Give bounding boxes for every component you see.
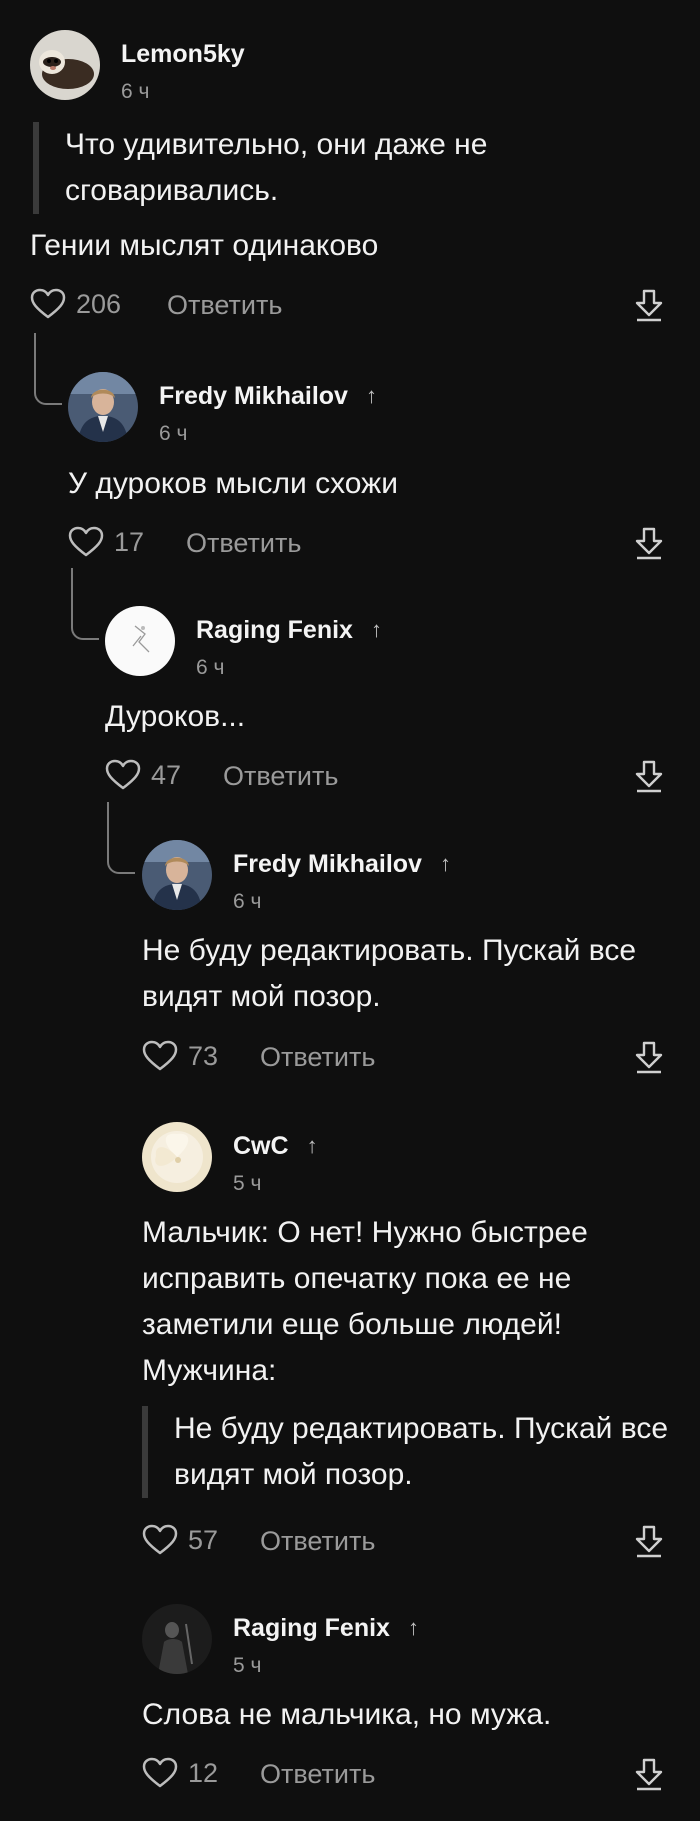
like-button[interactable]: 12 (142, 1757, 218, 1789)
comment-actions: 17 Ответить (68, 526, 670, 566)
reply-button[interactable]: Ответить (167, 290, 282, 321)
comment-actions: 73 Ответить (142, 1040, 670, 1080)
reply-button[interactable]: Ответить (260, 1042, 375, 1073)
comment-time: 6 ч (159, 422, 188, 445)
quote-text: Что удивительно, они даже не сговаривали… (65, 128, 488, 207)
arrow-up-icon: ↑ (365, 383, 377, 408)
comment-actions: 206 Ответить (30, 288, 670, 328)
comment-time: 5 ч (233, 1172, 262, 1195)
avatar-man[interactable] (142, 840, 212, 910)
arrow-up-icon: ↑ (407, 1615, 419, 1640)
like-count: 57 (188, 1524, 219, 1555)
heart-outline-icon (142, 1757, 178, 1788)
avatar-ferret[interactable] (30, 30, 100, 100)
author-name-text: Raging Fenix (196, 616, 353, 644)
author-name-text: CwC (233, 1132, 289, 1160)
arrow-down-to-line-icon (635, 1758, 663, 1791)
reply-button[interactable]: Ответить (260, 1526, 375, 1557)
like-button[interactable]: 17 (68, 526, 144, 558)
heart-outline-icon (30, 288, 66, 319)
like-button[interactable]: 73 (142, 1040, 218, 1072)
like-count: 73 (188, 1040, 219, 1071)
comment-text: Мальчик: О нет! Нужно быстрее исправить … (142, 1210, 662, 1394)
author-name[interactable]: Raging Fenix ↑ (196, 616, 382, 645)
like-button[interactable]: 57 (142, 1524, 218, 1556)
avatar-dark-figure[interactable] (142, 1604, 212, 1674)
collapse-button[interactable] (633, 759, 665, 793)
arrow-down-to-line-icon (635, 289, 663, 322)
arrow-down-to-line-icon (635, 527, 663, 560)
author-name-text: Fredy Mikhailov (233, 850, 422, 878)
like-button[interactable]: 206 (30, 288, 121, 320)
reply-button[interactable]: Ответить (186, 528, 301, 559)
heart-outline-icon (105, 759, 141, 790)
comment-time: 6 ч (121, 80, 150, 103)
arrow-down-to-line-icon (635, 1525, 663, 1558)
collapse-button[interactable] (633, 1757, 665, 1791)
like-count: 47 (151, 759, 182, 790)
author-name-text: Fredy Mikhailov (159, 382, 348, 410)
thread-line (34, 333, 62, 405)
quote-block: Что удивительно, они даже не сговаривали… (33, 122, 545, 214)
comment-text: Не буду редактировать. Пускай все видят … (142, 934, 637, 1013)
comment-time: 6 ч (196, 656, 225, 679)
reply-button[interactable]: Ответить (223, 761, 338, 792)
comment-text-line: исправить опечатку пока ее не (142, 1262, 572, 1295)
like-count: 206 (76, 288, 122, 319)
heart-outline-icon (142, 1040, 178, 1071)
author-name[interactable]: Lemon5ky (121, 40, 245, 69)
author-name-text: Raging Fenix (233, 1614, 390, 1642)
comment-cwc: CwC ↑ 5 ч Мальчик: О нет! Нужно быстрее и… (142, 1122, 670, 1562)
comment-text-line: Мальчик: О нет! Нужно быстрее (142, 1216, 588, 1249)
arrow-up-icon: ↑ (306, 1133, 318, 1158)
comment-text: Гении мыслят одинаково (30, 229, 379, 262)
collapse-button[interactable] (633, 1040, 665, 1074)
comment-text-line: заметили еще больше людей! (142, 1308, 562, 1341)
like-count: 12 (188, 1757, 219, 1788)
comment-actions: 12 Ответить (142, 1757, 670, 1797)
author-name[interactable]: Raging Fenix ↑ (233, 1614, 419, 1643)
arrow-up-icon: ↑ (439, 851, 451, 876)
like-button[interactable]: 47 (105, 759, 181, 791)
arrow-down-to-line-icon (635, 1041, 663, 1074)
collapse-button[interactable] (633, 526, 665, 560)
comment-actions: 57 Ответить (142, 1524, 670, 1564)
avatar-man[interactable] (68, 372, 138, 442)
comment-time: 5 ч (233, 1654, 262, 1677)
quote-text: Не буду редактировать. Пускай все видят … (174, 1412, 669, 1491)
comment-fredy-1: Fredy Mikhailov ↑ 6 ч У дуроков мысли схо… (68, 372, 670, 572)
author-name[interactable]: CwC ↑ (233, 1132, 318, 1161)
comment-actions: 47 Ответить (105, 759, 670, 799)
thread-line (71, 568, 99, 640)
reply-button[interactable]: Ответить (260, 1759, 375, 1790)
comment-raging-fenix-2: Raging Fenix ↑ 5 ч Слова не мальчика, но … (142, 1604, 670, 1804)
thread-line (107, 802, 135, 874)
collapse-button[interactable] (633, 288, 665, 322)
collapse-button[interactable] (633, 1524, 665, 1558)
author-name[interactable]: Fredy Mikhailov ↑ (159, 382, 377, 411)
like-count: 17 (114, 526, 145, 557)
avatar-flower[interactable] (142, 1122, 212, 1192)
comment-lemon5ky: Lemon5ky 6 ч Что удивительно, они даже н… (30, 30, 670, 330)
comment-fredy-2: Fredy Mikhailov ↑ 6 ч Не буду редактирова… (142, 840, 670, 1080)
arrow-up-icon: ↑ (370, 617, 382, 642)
heart-outline-icon (68, 526, 104, 557)
comment-text: У дуроков мысли схожи (68, 467, 398, 500)
arrow-down-to-line-icon (635, 760, 663, 793)
heart-outline-icon (142, 1524, 178, 1555)
avatar-white-sketch[interactable] (105, 606, 175, 676)
comment-raging-fenix-1: Raging Fenix ↑ 6 ч Дуроков... 47 Ответить (105, 606, 670, 806)
comment-text-line: Мужчина: (142, 1354, 277, 1387)
comment-text: Слова не мальчика, но мужа. (142, 1698, 552, 1731)
quote-block: Не буду редактировать. Пускай все видят … (142, 1406, 674, 1498)
author-name-text: Lemon5ky (121, 40, 245, 68)
comment-time: 6 ч (233, 890, 262, 913)
author-name[interactable]: Fredy Mikhailov ↑ (233, 850, 451, 879)
comment-text: Дуроков... (105, 700, 246, 733)
